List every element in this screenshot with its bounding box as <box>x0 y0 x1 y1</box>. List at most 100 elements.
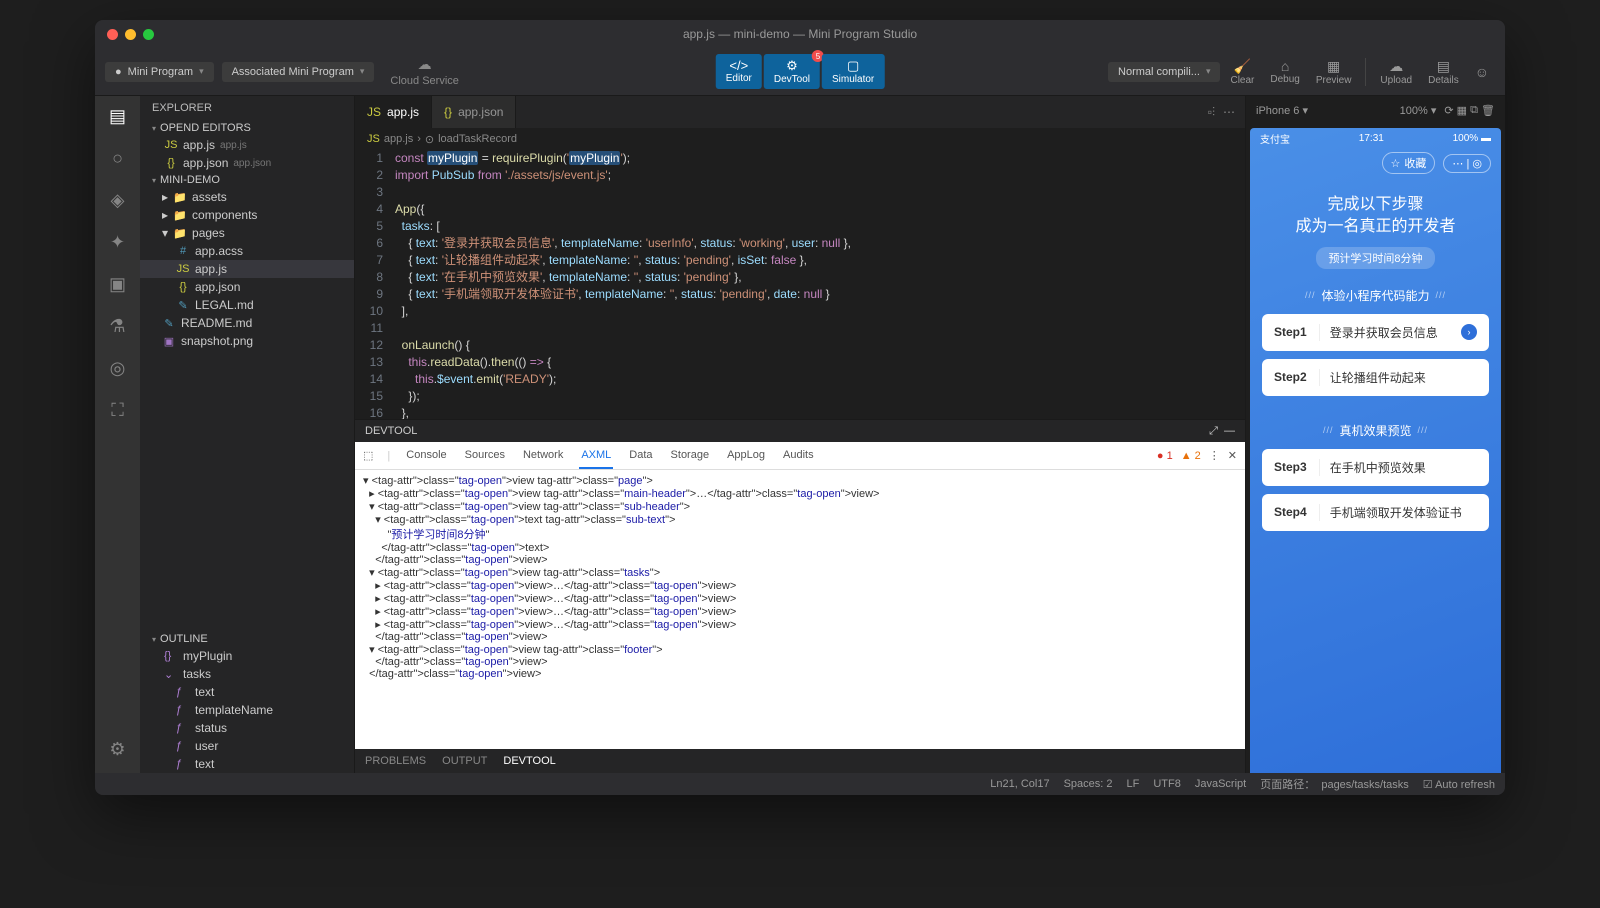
outline-section[interactable]: OUTLINE <box>140 631 354 647</box>
user-icon[interactable]: ☺ <box>1469 62 1495 82</box>
open-editor-item[interactable]: {}app.json app.json <box>140 154 354 172</box>
maximize-icon[interactable] <box>143 29 154 40</box>
tree-item[interactable]: #app.acss <box>140 242 354 260</box>
warning-count[interactable]: ▲ 2 <box>1181 450 1201 462</box>
outline-item[interactable]: ƒuser <box>140 737 354 755</box>
code-editor[interactable]: 123456789101112131415161718192021222324 … <box>355 150 1245 419</box>
compile-mode-dropdown[interactable]: Normal compili... <box>1108 62 1220 82</box>
devtool-tab[interactable]: AppLog <box>725 443 767 469</box>
devtool-tab[interactable]: Console <box>404 443 448 469</box>
split-icon[interactable]: ▫⫶ <box>1208 105 1215 120</box>
close-icon[interactable] <box>107 29 118 40</box>
phone-preview[interactable]: 支付宝 17:31 100% ▬ ☆ 收藏 ⋯ | ◎ 完成以下步骤成为一名真正… <box>1250 128 1501 773</box>
tree-item[interactable]: ▣snapshot.png <box>140 332 354 350</box>
extensions-icon[interactable]: ✦ <box>106 230 130 254</box>
panel-close-icon[interactable]: — <box>1224 425 1235 437</box>
headline: 完成以下步骤成为一名真正的开发者 <box>1295 194 1455 239</box>
open-editor-item[interactable]: JSapp.js app.js <box>140 136 354 154</box>
devtool-tab[interactable]: Audits <box>781 443 816 469</box>
eol-status[interactable]: LF <box>1127 778 1140 790</box>
step-card[interactable]: Step2让轮播组件动起来 <box>1262 359 1489 396</box>
more-icon[interactable]: ⋯ <box>1223 105 1235 119</box>
details-button[interactable]: ▤Details <box>1422 56 1465 88</box>
preview-button[interactable]: ▦Preview <box>1310 56 1358 88</box>
dom-tree[interactable]: ▾ <tag-attr">class="tag-open">view tag-a… <box>355 470 1245 749</box>
cloud-service-button[interactable]: ☁Cloud Service <box>382 56 466 87</box>
outline-item[interactable]: ƒtemplateName <box>140 701 354 719</box>
step-card[interactable]: Step3在手机中预览效果 <box>1262 449 1489 486</box>
editor-button[interactable]: </>Editor <box>716 54 762 89</box>
tree-item[interactable]: ▸📁components <box>140 206 354 224</box>
sim-delete-icon[interactable]: 🗑 <box>1481 104 1495 117</box>
sim-grid-icon[interactable]: ▦ <box>1457 104 1467 117</box>
devtool-tab[interactable]: AXML <box>579 443 613 469</box>
tree-item[interactable]: JSapp.js <box>140 260 354 278</box>
associated-dropdown[interactable]: Associated Mini Program <box>222 62 375 82</box>
clear-button[interactable]: 🧹Clear <box>1224 56 1260 88</box>
database-icon[interactable]: ▣ <box>106 272 130 296</box>
devtool-close-icon[interactable]: ✕ <box>1228 449 1237 462</box>
outline-item[interactable]: ƒtext <box>140 755 354 773</box>
devtool-tab[interactable]: Storage <box>669 443 712 469</box>
simulator-button[interactable]: ▢Simulator <box>822 54 884 89</box>
scan-icon[interactable]: ⛶ <box>106 398 130 422</box>
section-title-2: 真机效果预览 <box>1323 422 1428 439</box>
search-icon[interactable]: ○ <box>106 146 130 170</box>
settings-icon[interactable]: ⚙ <box>106 737 130 761</box>
devtool-tab[interactable]: Network <box>521 443 565 469</box>
simulator-pane: iPhone 6 ▾ 100% ▾ ⟳ ▦ ⧉ 🗑 支付宝 17:31 100%… <box>1245 96 1505 773</box>
debug-button[interactable]: ⌂Debug <box>1264 56 1305 87</box>
section-title-1: 体验小程序代码能力 <box>1305 287 1446 304</box>
tree-item[interactable]: ✎README.md <box>140 314 354 332</box>
battery-label: 100% ▬ <box>1453 133 1491 144</box>
devtool-panel: DEVTOOL ⤢ — ⬚ | ConsoleSourcesNetworkAXM… <box>355 419 1245 749</box>
zoom-selector[interactable]: 100% ▾ <box>1400 104 1437 117</box>
target-icon[interactable]: ◎ <box>106 356 130 380</box>
outline-item[interactable]: ƒstatus <box>140 719 354 737</box>
encoding-status[interactable]: UTF8 <box>1153 778 1181 790</box>
breadcrumb[interactable]: JSapp.js›⊙loadTaskRecord <box>355 128 1245 150</box>
devtool-tab[interactable]: Sources <box>463 443 507 469</box>
project-section[interactable]: MINI-DEMO <box>140 172 354 188</box>
tree-item[interactable]: ▾📁pages <box>140 224 354 242</box>
indent-status[interactable]: Spaces: 2 <box>1064 778 1113 790</box>
outline-item[interactable]: ƒtext <box>140 683 354 701</box>
editor-tab[interactable]: {}app.json <box>432 96 516 128</box>
bottom-tab[interactable]: OUTPUT <box>442 755 487 767</box>
outline-item[interactable]: ⌄tasks <box>140 665 354 683</box>
sim-copy-icon[interactable]: ⧉ <box>1470 104 1478 117</box>
tree-item[interactable]: ▸📁assets <box>140 188 354 206</box>
tree-item[interactable]: {}app.json <box>140 278 354 296</box>
menu-button[interactable]: ⋯ | ◎ <box>1443 154 1491 173</box>
devtool-button[interactable]: ⚙5DevTool <box>764 54 820 89</box>
cursor-position[interactable]: Ln21, Col17 <box>990 778 1049 790</box>
bottom-tab[interactable]: PROBLEMS <box>365 755 426 767</box>
open-editors-section[interactable]: OPEND EDITORS <box>140 120 354 136</box>
editor-tab[interactable]: JSapp.js <box>355 96 432 128</box>
devtool-more-icon[interactable]: ⋮ <box>1209 449 1220 462</box>
flask-icon[interactable]: ⚗ <box>106 314 130 338</box>
device-selector[interactable]: iPhone 6 ▾ <box>1256 104 1308 117</box>
outline-item[interactable]: {}myPlugin <box>140 647 354 665</box>
clock-label: 17:31 <box>1359 133 1384 144</box>
bottom-tab[interactable]: DEVTOOL <box>503 755 555 767</box>
sim-refresh-icon[interactable]: ⟳ <box>1444 104 1453 117</box>
devtool-tab[interactable]: Data <box>627 443 654 469</box>
language-status[interactable]: JavaScript <box>1195 778 1246 790</box>
auto-refresh-toggle[interactable]: ☑ Auto refresh <box>1423 778 1495 791</box>
step-card[interactable]: Step4手机端领取开发体验证书 <box>1262 494 1489 531</box>
sidebar: EXPLORER OPEND EDITORS JSapp.js app.js{}… <box>140 96 355 773</box>
inspect-icon[interactable]: ⬚ <box>363 449 373 462</box>
panel-maximize-icon[interactable]: ⤢ <box>1209 425 1218 437</box>
window-title: app.js — mini-demo — Mini Program Studio <box>683 27 917 41</box>
tree-item[interactable]: ✎LEGAL.md <box>140 296 354 314</box>
minimize-icon[interactable] <box>125 29 136 40</box>
step-card[interactable]: Step1登录并获取会员信息› <box>1262 314 1489 351</box>
explorer-icon[interactable]: ▤ <box>106 104 130 128</box>
route-status[interactable]: 页面路径： pages/tasks/tasks <box>1260 776 1409 792</box>
mini-program-dropdown[interactable]: ● Mini Program <box>105 62 214 82</box>
upload-button[interactable]: ☁Upload <box>1374 56 1418 88</box>
source-control-icon[interactable]: ◈ <box>106 188 130 212</box>
favorite-button[interactable]: ☆ 收藏 <box>1382 152 1436 174</box>
error-count[interactable]: ● 1 <box>1157 450 1173 462</box>
